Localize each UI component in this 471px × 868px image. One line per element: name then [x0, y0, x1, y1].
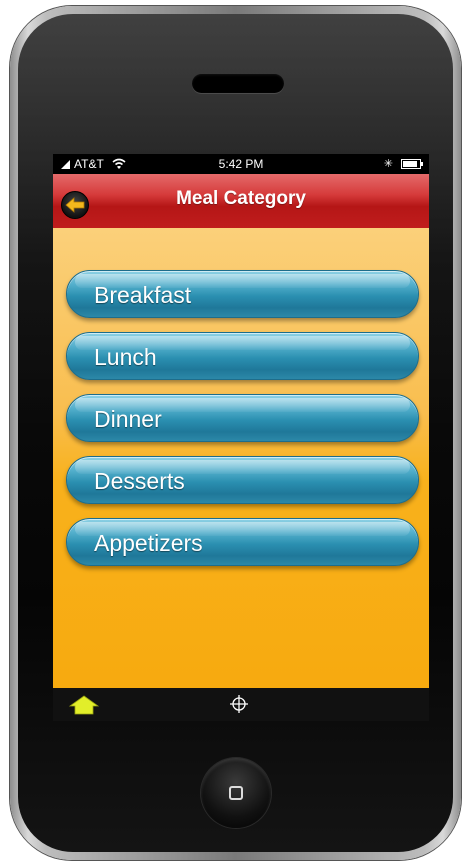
tab-bar	[53, 688, 429, 721]
earpiece-speaker	[192, 74, 284, 93]
category-button-desserts[interactable]: Desserts	[66, 456, 419, 504]
home-icon	[68, 695, 100, 715]
status-time: 5:42 PM	[218, 157, 264, 171]
crosshair-icon	[230, 695, 248, 713]
bluetooth-icon: ✳	[383, 158, 393, 170]
category-button-lunch[interactable]: Lunch	[66, 332, 419, 380]
category-button-breakfast[interactable]: Breakfast	[66, 270, 419, 318]
phone-screen: AT&T 5:42 PM ✳ Meal Category Breakfast L…	[53, 154, 429, 721]
status-right: ✳	[383, 154, 423, 174]
page-title: Meal Category	[176, 188, 306, 209]
category-label: Breakfast	[94, 282, 192, 308]
nav-bar: Meal Category	[53, 174, 429, 228]
meal-category-list: Breakfast Lunch Dinner Desserts Appetize…	[66, 270, 419, 580]
category-label: Appetizers	[94, 530, 203, 556]
device-home-button[interactable]	[201, 758, 271, 828]
category-label: Dinner	[94, 406, 162, 432]
category-label: Desserts	[94, 468, 185, 494]
tab-home[interactable]	[68, 695, 100, 717]
main-content: Breakfast Lunch Dinner Desserts Appetize…	[53, 228, 429, 688]
category-label: Lunch	[94, 344, 157, 370]
category-button-dinner[interactable]: Dinner	[66, 394, 419, 442]
status-bar: AT&T 5:42 PM ✳	[53, 154, 429, 174]
tab-location[interactable]	[230, 695, 248, 713]
home-square-icon	[229, 786, 243, 800]
category-button-appetizers[interactable]: Appetizers	[66, 518, 419, 566]
battery-icon	[401, 159, 423, 169]
